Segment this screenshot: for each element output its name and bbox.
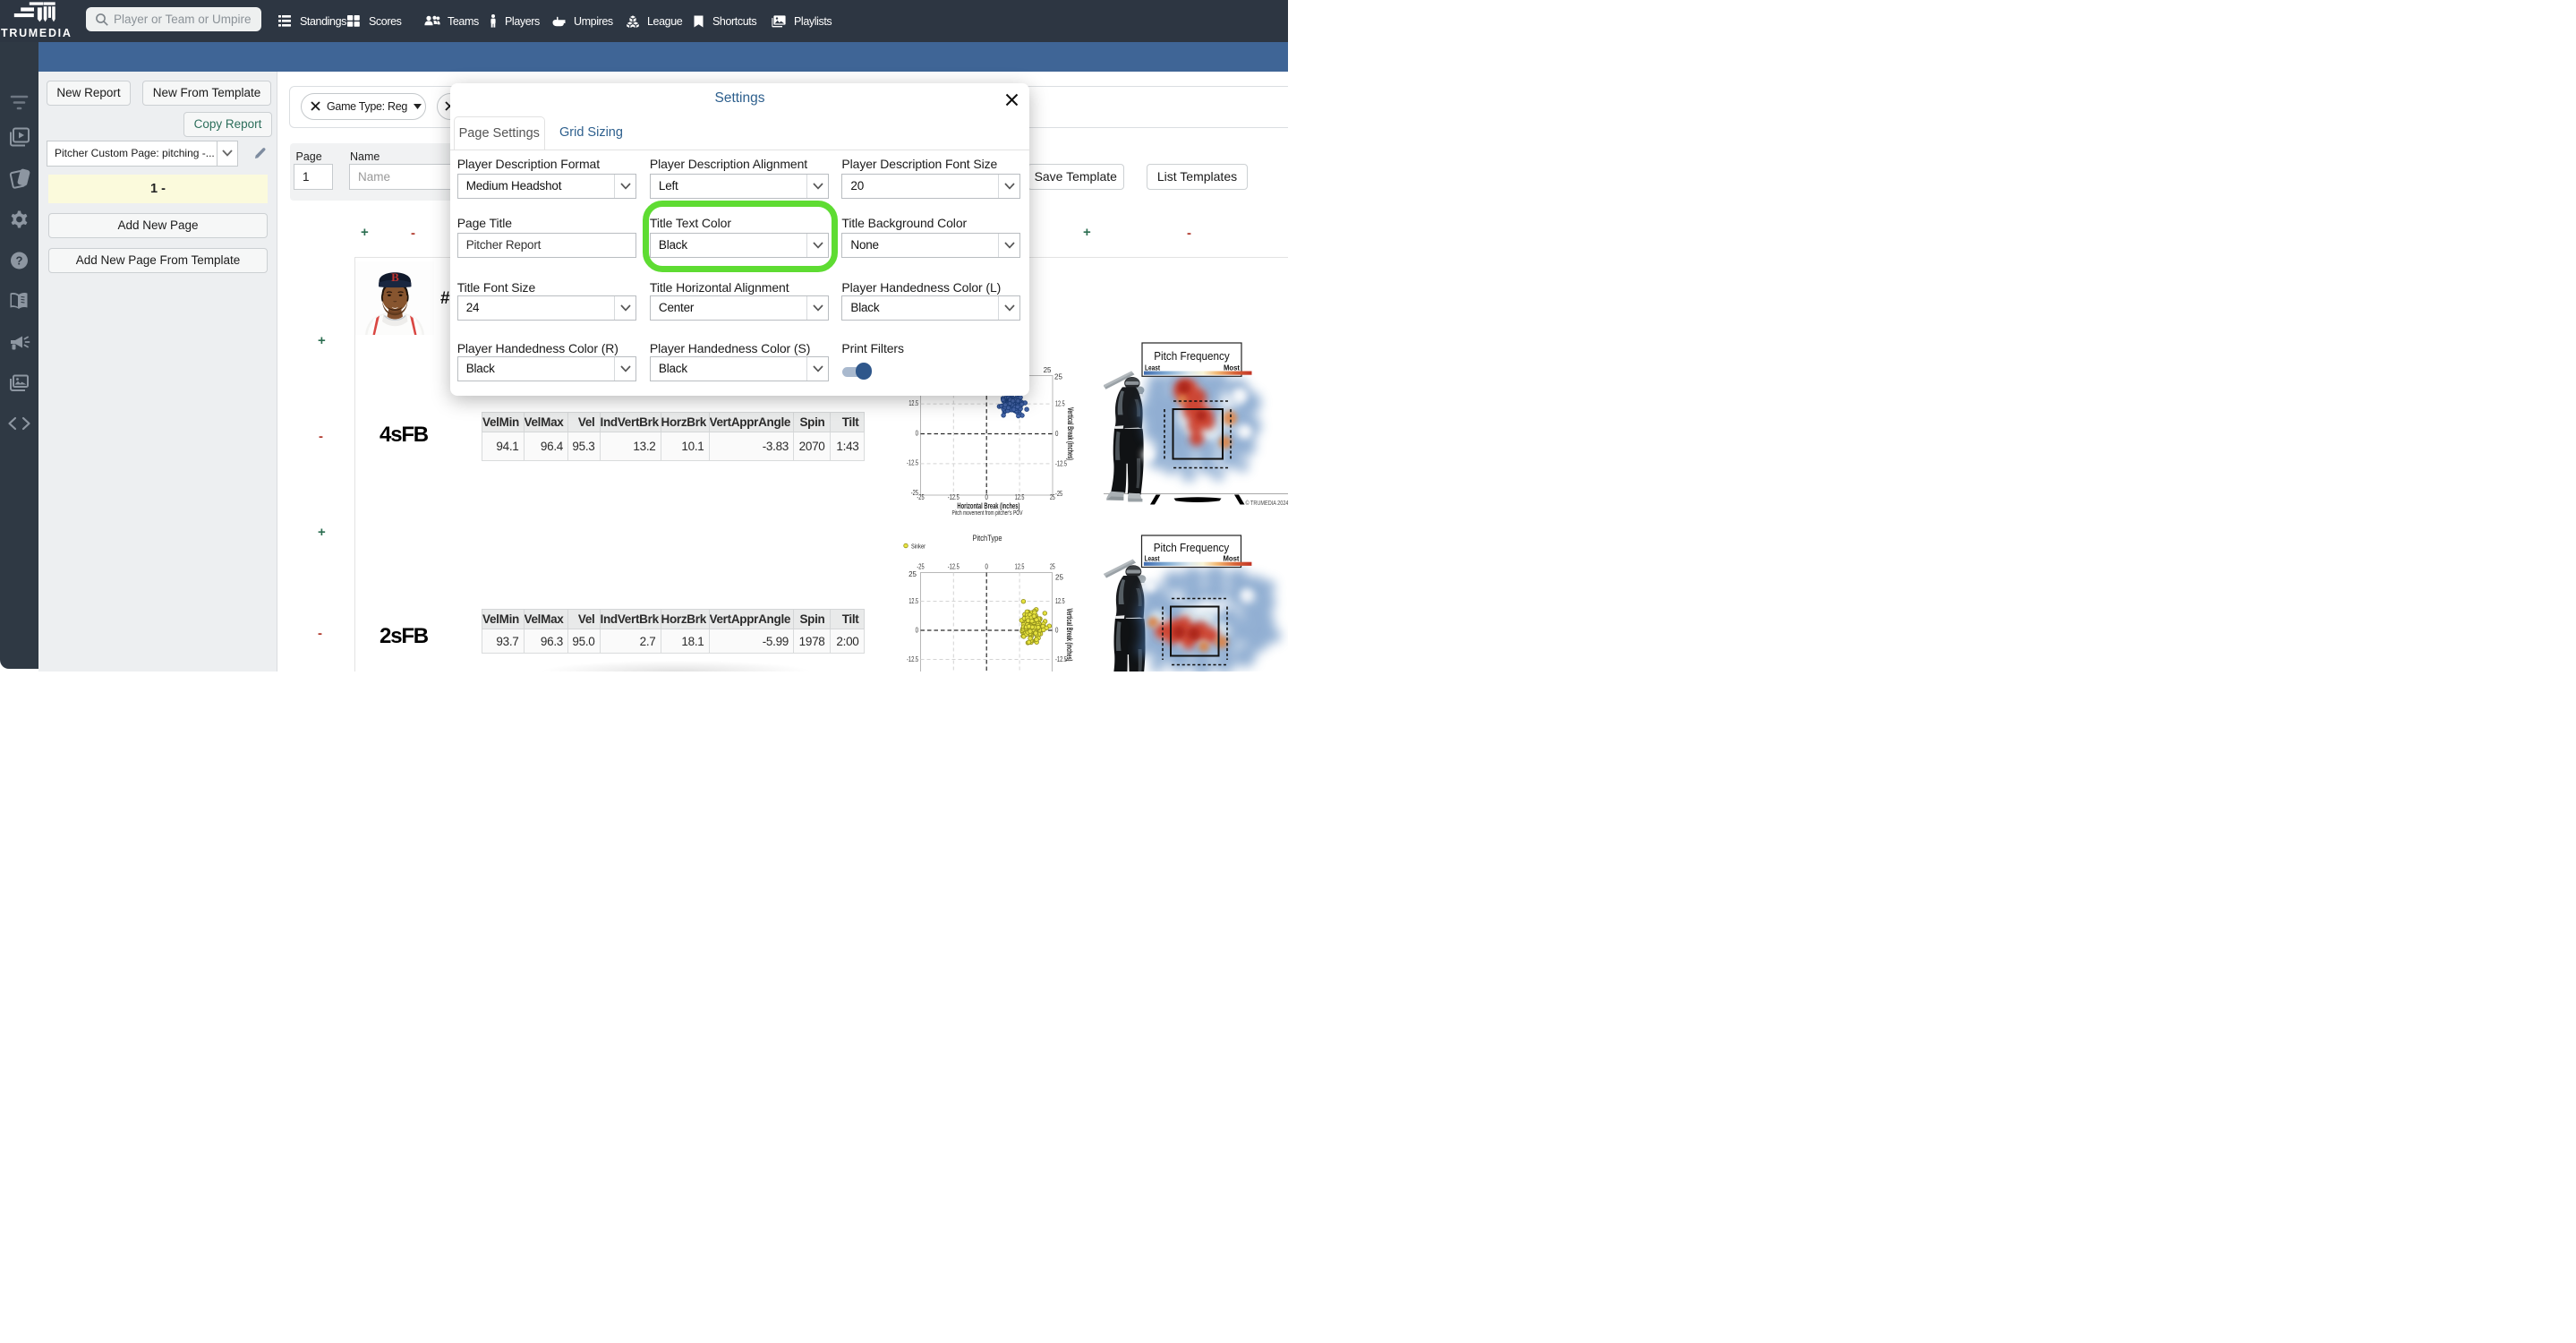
svg-text:Pitch movement from pitcher's: Pitch movement from pitcher's POV: [952, 510, 1023, 517]
svg-text:25: 25: [1044, 366, 1052, 374]
svg-text:Most: Most: [1224, 554, 1240, 563]
svg-text:Sinker: Sinker: [911, 543, 925, 551]
svg-text:Least: Least: [1145, 554, 1160, 563]
svg-text:Vertical Break (inches): Vertical Break (inches): [1065, 609, 1074, 662]
svg-text:12.5: 12.5: [908, 399, 918, 407]
svg-text:PitchType: PitchType: [973, 534, 1002, 543]
svg-text:© TRUMEDIA 2024: © TRUMEDIA 2024: [1246, 499, 1289, 507]
svg-text:0: 0: [985, 563, 989, 571]
svg-text:25: 25: [908, 570, 917, 578]
svg-text:12.5: 12.5: [1055, 597, 1065, 605]
svg-text:0: 0: [916, 627, 919, 635]
svg-text:0: 0: [916, 429, 919, 437]
svg-text:-12.5: -12.5: [948, 563, 960, 571]
svg-text:25: 25: [1055, 574, 1063, 582]
svg-text:Pitch Frequency: Pitch Frequency: [1154, 349, 1230, 363]
svg-text:-25: -25: [917, 563, 925, 571]
svg-text:12.5: 12.5: [1015, 493, 1025, 501]
svg-text:25: 25: [1050, 493, 1055, 501]
svg-text:?: ?: [16, 254, 23, 268]
svg-text:12.5: 12.5: [1015, 563, 1025, 571]
svg-text:-12.5: -12.5: [907, 459, 918, 467]
svg-text:0: 0: [985, 493, 989, 501]
svg-text:25: 25: [1050, 563, 1055, 571]
svg-text:-25: -25: [1055, 490, 1063, 498]
svg-text:-12.5: -12.5: [907, 655, 918, 663]
svg-text:0: 0: [1055, 627, 1059, 635]
svg-text:Most: Most: [1224, 364, 1240, 372]
svg-text:Vertical Break (inches): Vertical Break (inches): [1066, 407, 1075, 460]
svg-text:Pitch Frequency: Pitch Frequency: [1154, 541, 1230, 554]
svg-text:Least: Least: [1145, 364, 1160, 372]
svg-text:-25: -25: [917, 493, 925, 501]
svg-text:0: 0: [1055, 430, 1059, 438]
svg-text:12.5: 12.5: [1055, 400, 1065, 408]
svg-text:B: B: [391, 270, 399, 284]
svg-text:25: 25: [1054, 373, 1062, 381]
svg-text:-12.5: -12.5: [1055, 459, 1067, 467]
svg-text:-12.5: -12.5: [948, 493, 960, 501]
svg-text:12.5: 12.5: [908, 597, 918, 605]
